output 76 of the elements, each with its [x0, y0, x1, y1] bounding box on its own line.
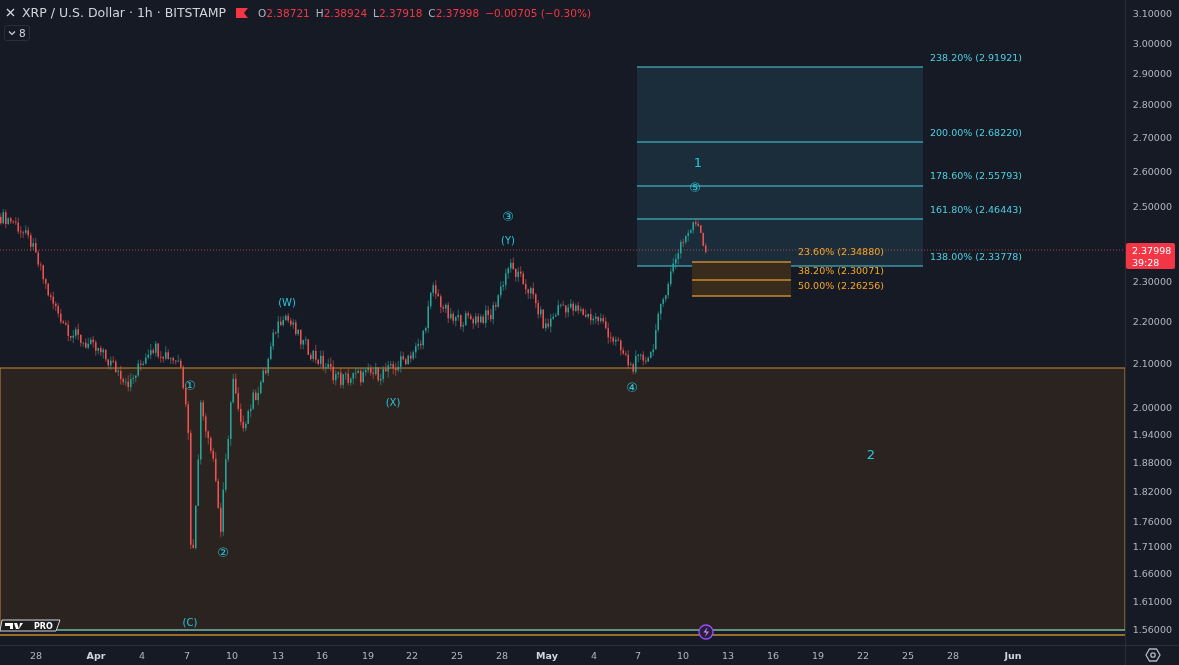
time-axis-label: 25	[450, 650, 464, 661]
time-axis-label: 28	[495, 650, 509, 661]
time-axis-label: 13	[721, 650, 735, 661]
time-axis-label: 19	[811, 650, 825, 661]
price-axis-label: 2.30000	[1132, 276, 1172, 287]
price-axis-label: 1.76000	[1132, 516, 1172, 527]
ohlc-value: H2.38924	[315, 6, 368, 19]
time-axis-label: 4	[139, 650, 145, 661]
chevron-icon	[8, 30, 16, 36]
price-change: −0.00705 (−0.30%)	[485, 6, 592, 19]
price-axis-label: 1.82000	[1132, 486, 1172, 497]
fib-level-label: 200.00% (2.68220)	[930, 127, 1022, 138]
time-axis-label: 7	[184, 650, 190, 661]
fib-level-label: 138.00% (2.33778)	[930, 251, 1022, 262]
last-price-value: 2.37998	[1132, 245, 1172, 256]
wave-label: ④	[626, 380, 638, 395]
fib-extension-box[interactable]	[636, 66, 924, 267]
fib-level-label: 38.20% (2.30071)	[798, 265, 884, 276]
logo-badge-text: PRO	[34, 622, 53, 631]
price-axis-label: 2.90000	[1132, 68, 1172, 79]
price-axis-label: 2.00000	[1132, 402, 1172, 413]
time-axis-label: 22	[405, 650, 419, 661]
wave-label: 1	[693, 155, 703, 170]
time-axis-label: 13	[271, 650, 285, 661]
price-axis-label: 2.50000	[1132, 201, 1172, 212]
wave-label: (W)	[278, 297, 296, 308]
settings-icon[interactable]	[1145, 648, 1161, 662]
ohlc-value: L2.37918	[373, 6, 423, 19]
symbol-title[interactable]: XRP / U.S. Dollar · 1h · BITSTAMP	[22, 5, 227, 20]
price-axis-label: 1.56000	[1132, 624, 1172, 635]
price-axis-label: 1.71000	[1132, 541, 1172, 552]
countdown-timer: 39:28	[1132, 257, 1160, 268]
fib-level-label: 238.20% (2.91921)	[930, 52, 1022, 63]
time-axis-label: Jun	[1004, 650, 1022, 661]
lightning-icon[interactable]	[698, 624, 714, 640]
fib-retracement-box[interactable]	[691, 261, 792, 297]
time-axis-label: 28	[946, 650, 960, 661]
time-axis-label: 7	[635, 650, 641, 661]
wave-label: (X)	[385, 397, 401, 408]
time-axis-label: 22	[856, 650, 870, 661]
fib-level-label: 178.60% (2.55793)	[930, 170, 1022, 181]
time-axis-label: 10	[676, 650, 690, 661]
price-axis-label: 1.88000	[1132, 457, 1172, 468]
price-axis-label: 2.80000	[1132, 99, 1172, 110]
price-axis-label: 1.66000	[1132, 568, 1172, 579]
fib-level-label: 50.00% (2.26256)	[798, 280, 884, 291]
time-axis-label: 16	[315, 650, 329, 661]
price-axis-label: 1.61000	[1132, 596, 1172, 607]
wave-label: (C)	[182, 617, 198, 628]
price-axis-label: 3.10000	[1132, 8, 1172, 19]
time-axis-label: 10	[225, 650, 239, 661]
flag-icon[interactable]	[236, 7, 249, 18]
wave-label: ①	[184, 378, 196, 393]
fib-level-label: 161.80% (2.46443)	[930, 204, 1022, 215]
indicators-toggle[interactable]: 8	[4, 25, 30, 41]
price-axis-label: 3.00000	[1132, 38, 1172, 49]
wave-label: (Y)	[501, 235, 515, 246]
wave-label: ③	[502, 209, 514, 224]
ohlc-value: O2.38721	[258, 6, 310, 19]
ohlc-value: C2.37998	[428, 6, 480, 19]
price-axis-label: 2.20000	[1132, 316, 1172, 327]
time-axis-label: 19	[361, 650, 375, 661]
time-axis-label: Apr	[86, 650, 106, 661]
time-axis-label: 16	[766, 650, 780, 661]
price-axis-label: 2.60000	[1132, 166, 1172, 177]
price-axis-label: 2.70000	[1132, 132, 1172, 143]
wave-label: ②	[217, 545, 229, 560]
wave-label: ⑤	[689, 180, 701, 195]
fib-level-label: 23.60% (2.34880)	[798, 246, 884, 257]
time-axis-label: 4	[591, 650, 597, 661]
time-axis-label: 25	[901, 650, 915, 661]
price-axis-label: 2.10000	[1132, 358, 1172, 369]
price-axis-label: 1.94000	[1132, 429, 1172, 440]
wave-label: 2	[866, 447, 876, 462]
time-axis-label: 28	[29, 650, 43, 661]
time-axis-label: May	[536, 650, 558, 661]
